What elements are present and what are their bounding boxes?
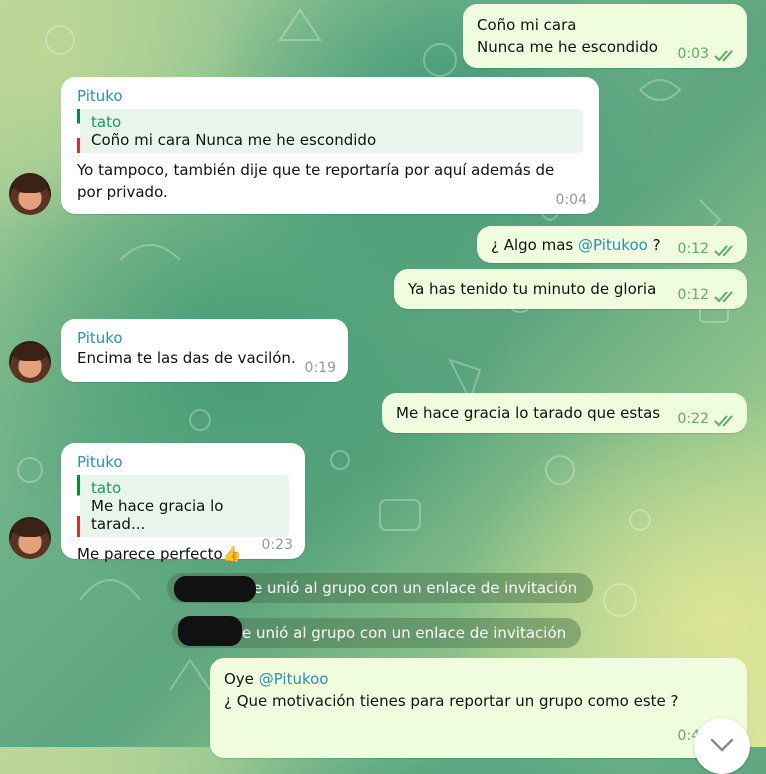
message-bubble-incoming[interactable]: Pituko Encima te las das de vacilón. 0:1…	[61, 319, 348, 382]
message-bubble-outgoing[interactable]: Oye @Pitukoo ¿ Que motivación tienes par…	[210, 658, 747, 758]
reply-sender: tato	[91, 113, 122, 131]
message-time: 0:12	[677, 287, 709, 303]
message-bubble-outgoing[interactable]: Coño mi cara Nunca me he escondido 0:03	[463, 4, 747, 68]
reply-accent-bar	[77, 109, 80, 153]
message-time: 0:23	[261, 537, 293, 553]
reply-text: Coño mi cara Nunca me he escondido	[91, 131, 377, 149]
message-time: 0:03	[677, 46, 709, 62]
message-text-part: Oye	[224, 670, 259, 688]
redacted-name	[174, 576, 256, 602]
message-time: 0:22	[677, 411, 709, 427]
message-bubble-outgoing[interactable]: ¿ Algo mas @Pitukoo ? 0:12	[477, 226, 747, 263]
reply-sender: tato	[91, 479, 122, 497]
message-time: 0:19	[304, 360, 336, 376]
mention-link[interactable]: @Pitukoo	[578, 236, 648, 254]
reply-accent-bar	[77, 475, 80, 537]
mention-link[interactable]: @Pitukoo	[259, 670, 329, 688]
message-text: Yo tampoco, también dije que te reportar…	[77, 161, 555, 201]
message-bubble-outgoing[interactable]: Me hace gracia lo tarado que estas 0:22	[382, 393, 747, 433]
sender-name[interactable]: Pituko	[77, 453, 289, 471]
message-text: Me parece perfecto👍	[77, 545, 242, 563]
message-text-part: ?	[647, 236, 661, 254]
avatar[interactable]	[9, 517, 51, 559]
double-check-icon	[714, 245, 733, 257]
message-bubble-incoming[interactable]: Pituko tato Me hace gracia lo tarad... M…	[61, 443, 305, 563]
message-text: Oye @Pitukoo	[224, 668, 733, 690]
message-text-line: ¿ Que motivación tienes para reportar un…	[224, 692, 679, 710]
chevron-down-icon	[710, 738, 734, 752]
double-check-icon	[714, 415, 733, 427]
service-text: e unió al grupo con un enlace de invitac…	[242, 624, 567, 642]
reply-text: Me hace gracia lo tarad...	[91, 497, 224, 533]
scroll-down-button[interactable]	[694, 718, 750, 774]
sender-name[interactable]: Pituko	[77, 329, 332, 347]
reply-quote[interactable]: tato Coño mi cara Nunca me he escondido	[77, 109, 583, 153]
message-text: Encima te las das de vacilón.	[77, 349, 296, 367]
message-time: 0:04	[555, 192, 587, 208]
reply-quote[interactable]: tato Me hace gracia lo tarad...	[77, 475, 289, 537]
avatar[interactable]	[9, 341, 51, 383]
avatar[interactable]	[9, 173, 51, 215]
service-text: e unió al grupo con un enlace de invitac…	[253, 579, 578, 597]
double-check-icon	[714, 291, 733, 303]
message-time: 0:12	[677, 241, 709, 257]
double-check-icon	[714, 50, 733, 62]
message-bubble-incoming[interactable]: Pituko tato Coño mi cara Nunca me he esc…	[61, 77, 599, 214]
message-bubble-outgoing[interactable]: Ya has tenido tu minuto de gloria 0:12	[394, 269, 747, 309]
message-text-part: ¿ Algo mas	[491, 236, 579, 254]
redacted-name	[178, 616, 242, 646]
sender-name[interactable]: Pituko	[77, 87, 583, 105]
